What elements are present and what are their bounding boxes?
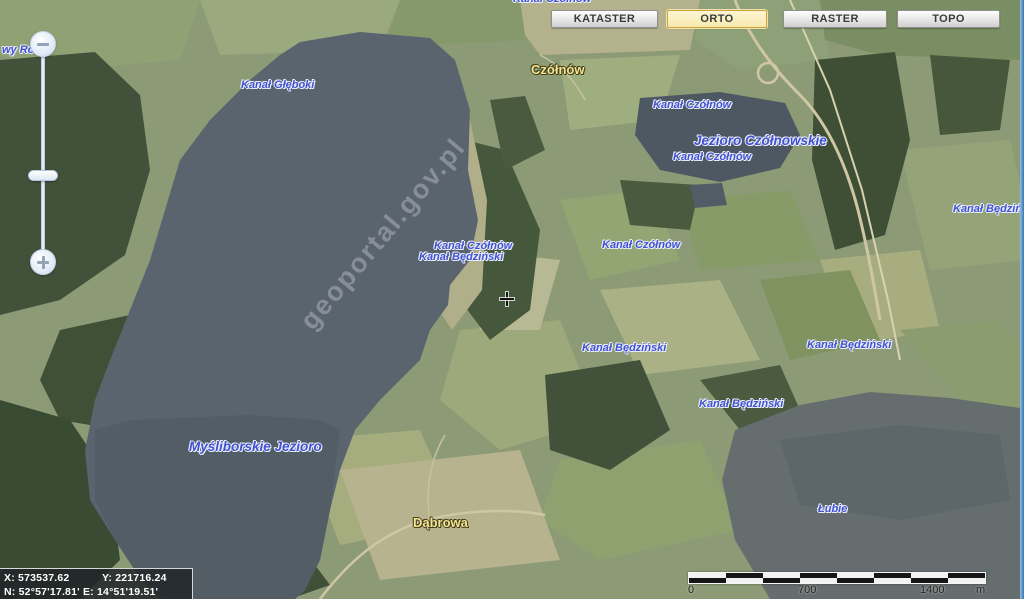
n-value: 52°57'17.81' (19, 586, 80, 598)
geoportal-map-view: geoportal.gov.pl Kanał Czółnówwy RóKanał… (0, 0, 1024, 599)
scale-tick-700: 700 (798, 584, 816, 596)
layer-button-topo[interactable]: TOPO (897, 10, 1000, 28)
y-label: Y: (102, 572, 112, 584)
zoom-slider-track[interactable] (41, 44, 45, 263)
e-label: E: (83, 586, 94, 598)
plus-icon-vertical (42, 256, 45, 269)
layer-button-kataster[interactable]: KATASTER (551, 10, 658, 28)
zoom-slider (29, 31, 57, 277)
map-scale-bar: 0 700 1400 m (686, 571, 992, 597)
scale-tick-1400: 1400 (920, 584, 944, 596)
scale-bar-strip (688, 572, 986, 584)
layer-button-raster[interactable]: RASTER (783, 10, 887, 28)
coordinates-status-bar: X: 573537.62 Y: 221716.24 N: 52°57'17.81… (0, 568, 193, 599)
x-label: X: (4, 572, 15, 584)
zoom-slider-handle[interactable] (28, 170, 58, 181)
e-value: 14°51'19.51' (97, 586, 158, 598)
scale-bar-row-bottom (689, 578, 985, 583)
scale-unit: m (976, 584, 985, 596)
n-label: N: (4, 586, 15, 598)
geo-coordinates: N: 52°57'17.81' E: 14°51'19.51' (4, 585, 192, 599)
scale-tick-0: 0 (688, 584, 694, 596)
x-value: 573537.62 (18, 572, 69, 584)
minus-icon (37, 43, 49, 46)
y-value: 221716.24 (115, 572, 166, 584)
crosshair-horizontal-bar (500, 298, 514, 300)
window-right-border (1020, 0, 1024, 599)
crosshair-icon (499, 291, 515, 307)
zoom-in-button[interactable] (30, 249, 56, 275)
xy-coordinates: X: 573537.62 Y: 221716.24 (4, 571, 192, 585)
zoom-out-button[interactable] (30, 31, 56, 57)
layer-button-orto[interactable]: ORTO (667, 10, 767, 28)
